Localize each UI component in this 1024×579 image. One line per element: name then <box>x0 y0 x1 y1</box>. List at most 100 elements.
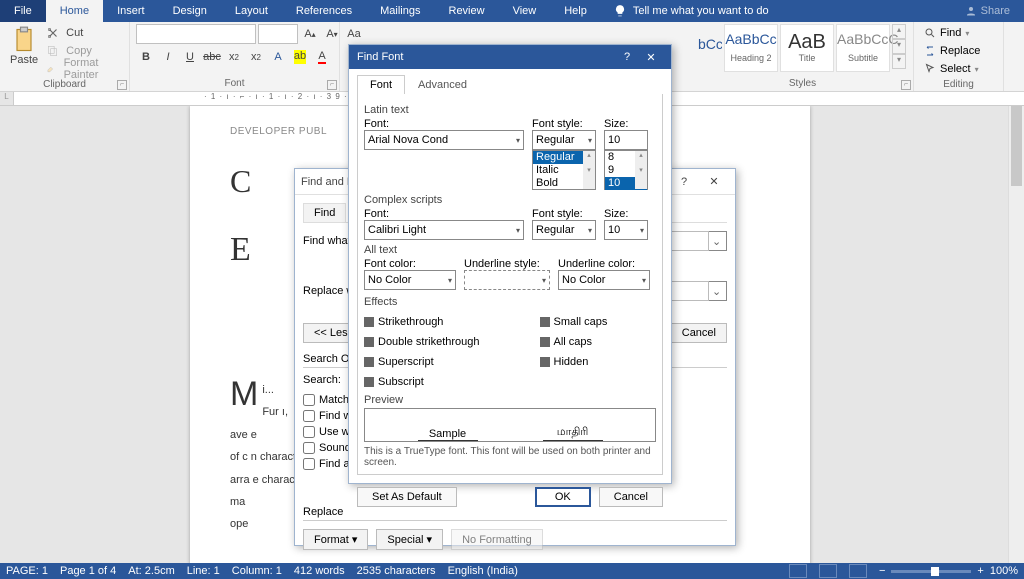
superscript-button[interactable]: x2 <box>246 48 266 66</box>
zoom-slider[interactable] <box>891 570 971 573</box>
fr-findwhat-input[interactable] <box>667 231 709 251</box>
share-button[interactable]: Share <box>965 5 1024 17</box>
font-launcher[interactable]: ⌐ <box>327 80 337 90</box>
highlight-button[interactable]: ab <box>290 48 310 66</box>
status-line[interactable]: Line: 1 <box>187 565 220 577</box>
ff-complex-style-combo[interactable]: Regular▾ <box>532 220 596 240</box>
ff-setdefault-button[interactable]: Set As Default <box>357 487 457 507</box>
zoom-in-button[interactable]: + <box>977 565 983 577</box>
cut-button[interactable]: Cut <box>46 24 123 42</box>
style-heading2[interactable]: AaBbCcHeading 2 <box>724 24 778 72</box>
ff-style-list[interactable]: Regular Italic Bold ▴▾ <box>532 150 596 190</box>
replace-button[interactable]: Replace <box>920 42 984 60</box>
clipboard-launcher[interactable]: ⌐ <box>117 80 127 90</box>
view-read-button[interactable] <box>789 564 807 578</box>
tab-mailings[interactable]: Mailings <box>366 0 434 22</box>
ff-ok-button[interactable]: OK <box>535 487 591 507</box>
group-editing: Find▾ Replace Select▾ Editing <box>914 22 1004 91</box>
fr-help-button[interactable]: ? <box>669 176 699 188</box>
ff-underlinecolor-combo[interactable]: No Color▾ <box>558 270 650 290</box>
status-lang[interactable]: English (India) <box>448 565 518 577</box>
ff-underlinestyle-combo[interactable]: ▾ <box>464 270 550 290</box>
fx-strike[interactable]: Strikethrough <box>364 314 480 330</box>
zoom-out-button[interactable]: − <box>879 565 885 577</box>
status-chars[interactable]: 2535 characters <box>357 565 436 577</box>
ff-size-list[interactable]: 8 9 10 ▴▾ <box>604 150 648 190</box>
ff-tab-font[interactable]: Font <box>357 75 405 94</box>
status-col[interactable]: Column: 1 <box>232 565 282 577</box>
tab-home[interactable]: Home <box>46 0 103 22</box>
font-name-combo[interactable] <box>136 24 256 44</box>
tab-design[interactable]: Design <box>159 0 221 22</box>
tab-file[interactable]: File <box>0 0 46 22</box>
ff-style-scroll[interactable]: ▴▾ <box>583 151 595 189</box>
view-print-button[interactable] <box>819 564 837 578</box>
ff-titlebar[interactable]: Find Font ? ✕ <box>349 45 671 69</box>
fr-replacewith-input[interactable] <box>667 281 709 301</box>
fr-special-button[interactable]: Special ▾ <box>376 529 443 550</box>
scrollbar-vertical[interactable] <box>1008 106 1024 563</box>
italic-button[interactable]: I <box>158 48 178 66</box>
tell-me-label: Tell me what you want to do <box>633 5 769 17</box>
fr-replacewith-dropdown[interactable]: ⌄ <box>709 281 727 301</box>
shrink-font-button[interactable]: A▾ <box>322 25 342 43</box>
fx-sup[interactable]: Superscript <box>364 354 480 370</box>
tab-insert[interactable]: Insert <box>103 0 159 22</box>
change-case-button[interactable]: Aa <box>344 25 364 43</box>
zoom-level[interactable]: 100% <box>990 565 1018 577</box>
status-pageof[interactable]: Page 1 of 4 <box>60 565 116 577</box>
format-painter-button[interactable]: Format Painter <box>46 60 123 78</box>
text-effects-button[interactable]: A <box>268 48 288 66</box>
underline-button[interactable]: U <box>180 48 200 66</box>
ruler-corner[interactable]: L <box>0 92 14 105</box>
select-button[interactable]: Select▾ <box>920 60 983 78</box>
ff-tab-advanced[interactable]: Advanced <box>405 75 480 94</box>
ff-fontcolor-combo[interactable]: No Color▾ <box>364 270 456 290</box>
font-color-button[interactable]: A <box>312 48 332 66</box>
paste-button[interactable]: Paste <box>6 24 42 68</box>
fr-cancel-button[interactable]: Cancel <box>671 323 727 343</box>
status-page[interactable]: PAGE: 1 <box>6 565 48 577</box>
ff-size-scroll[interactable]: ▴▾ <box>635 151 647 189</box>
scroll-thumb[interactable] <box>1011 106 1022 186</box>
tab-layout[interactable]: Layout <box>221 0 282 22</box>
fx-sub[interactable]: Subscript <box>364 374 480 390</box>
bold-button[interactable]: B <box>136 48 156 66</box>
tab-help[interactable]: Help <box>550 0 601 22</box>
fx-smallcaps[interactable]: Small caps <box>540 314 608 330</box>
fr-format-button[interactable]: Format ▾ <box>303 529 368 550</box>
tab-references[interactable]: References <box>282 0 366 22</box>
fr-tab-find[interactable]: Find <box>303 203 346 222</box>
ff-cancel-button[interactable]: Cancel <box>599 487 663 507</box>
fx-hidden[interactable]: Hidden <box>540 354 608 370</box>
style-subtitle[interactable]: AaBbCcCSubtitle <box>836 24 890 72</box>
style-gallery-scroll[interactable]: ▴▾▾ <box>892 24 906 69</box>
view-web-button[interactable] <box>849 564 867 578</box>
fx-allcaps[interactable]: All caps <box>540 334 608 350</box>
find-button[interactable]: Find▾ <box>920 24 973 42</box>
styles-launcher[interactable]: ⌐ <box>901 80 911 90</box>
ff-size-combo[interactable]: 10 <box>604 130 648 150</box>
fr-noformatting-button[interactable]: No Formatting <box>451 529 543 550</box>
fr-findwhat-dropdown[interactable]: ⌄ <box>709 231 727 251</box>
font-size-combo[interactable] <box>258 24 298 44</box>
strikethrough-button[interactable]: abc <box>202 48 222 66</box>
style-title[interactable]: AaBTitle <box>780 24 834 72</box>
status-at[interactable]: At: 2.5cm <box>128 565 174 577</box>
tab-view[interactable]: View <box>499 0 551 22</box>
ff-style-combo[interactable]: Regular▾ <box>532 130 596 150</box>
fr-close-button[interactable]: ✕ <box>699 175 729 188</box>
status-words[interactable]: 412 words <box>294 565 345 577</box>
style-gallery-partial: bCc <box>698 24 722 52</box>
group-label-editing: Editing <box>920 78 997 92</box>
ff-latin-font-combo[interactable]: Arial Nova Cond▾ <box>364 130 524 150</box>
grow-font-button[interactable]: A▴ <box>300 25 320 43</box>
ff-complex-font-combo[interactable]: Calibri Light▾ <box>364 220 524 240</box>
tell-me[interactable]: Tell me what you want to do <box>601 4 769 18</box>
ff-close-button[interactable]: ✕ <box>639 51 663 64</box>
fx-dstrike[interactable]: Double strikethrough <box>364 334 480 350</box>
tab-review[interactable]: Review <box>435 0 499 22</box>
ff-complex-size-combo[interactable]: 10▾ <box>604 220 648 240</box>
subscript-button[interactable]: x2 <box>224 48 244 66</box>
ff-help-button[interactable]: ? <box>615 51 639 63</box>
